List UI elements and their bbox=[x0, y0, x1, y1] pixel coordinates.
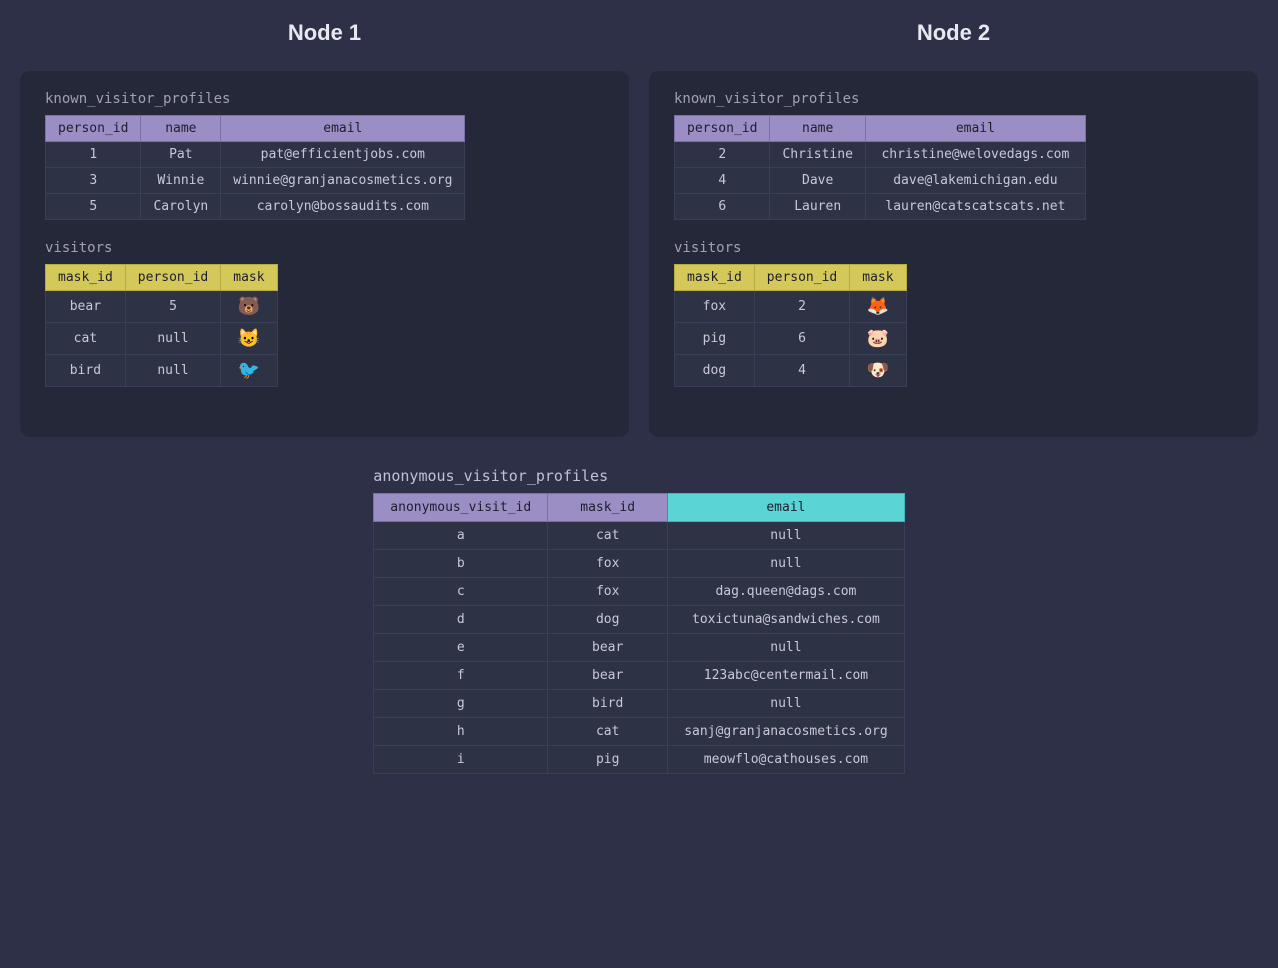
node2-v-col-mask: mask bbox=[850, 265, 906, 291]
table-row: 3Winniewinnie@granjanacosmetics.org bbox=[46, 168, 465, 194]
node1-known-profiles-label: known_visitor_profiles bbox=[45, 91, 604, 107]
node1-known-profiles-section: known_visitor_profiles person_id name em… bbox=[45, 91, 604, 220]
anon-col-mask-id: mask_id bbox=[548, 494, 668, 522]
table-row: fox2🦊 bbox=[675, 291, 907, 323]
table-row: birdnull🐦 bbox=[46, 355, 278, 387]
node1-container: known_visitor_profiles person_id name em… bbox=[20, 71, 629, 437]
table-row: hcatsanj@granjanacosmetics.org bbox=[374, 718, 904, 746]
anon-table: anonymous_visit_id mask_id email acatnul… bbox=[373, 493, 904, 774]
node2-kp-col-name: name bbox=[770, 116, 865, 142]
table-row: bear5🐻 bbox=[46, 291, 278, 323]
table-row: 4Davedave@lakemichigan.edu bbox=[675, 168, 1086, 194]
table-row: 2Christinechristine@welovedags.com bbox=[675, 142, 1086, 168]
node2-title: Node 2 bbox=[649, 20, 1258, 46]
table-row: ddogtoxictuna@sandwiches.com bbox=[374, 606, 904, 634]
node1-visitors-section: visitors mask_id person_id mask bear5🐻ca… bbox=[45, 240, 604, 387]
node1-visitors-label: visitors bbox=[45, 240, 604, 256]
table-row: 1Patpat@efficientjobs.com bbox=[46, 142, 465, 168]
node2-visitors-section: visitors mask_id person_id mask fox2🦊pig… bbox=[674, 240, 1233, 387]
node1-v-col-mask-id: mask_id bbox=[46, 265, 126, 291]
table-row: pig6🐷 bbox=[675, 323, 907, 355]
table-row: catnull😺 bbox=[46, 323, 278, 355]
table-row: dog4🐶 bbox=[675, 355, 907, 387]
node2-visitors-label: visitors bbox=[674, 240, 1233, 256]
table-row: ipigmeowflo@cathouses.com bbox=[374, 746, 904, 774]
node1-visitors-table: mask_id person_id mask bear5🐻catnull😺bir… bbox=[45, 264, 278, 387]
node2-kp-col-email: email bbox=[865, 116, 1085, 142]
node1-kp-col-name: name bbox=[141, 116, 221, 142]
node1-kp-col-person-id: person_id bbox=[46, 116, 141, 142]
table-row: cfoxdag.queen@dags.com bbox=[374, 578, 904, 606]
node2-known-profiles-table: person_id name email 2Christinechristine… bbox=[674, 115, 1086, 220]
table-row: bfoxnull bbox=[374, 550, 904, 578]
anon-col-email: email bbox=[668, 494, 905, 522]
node2-v-col-person-id: person_id bbox=[754, 265, 849, 291]
node2-container: known_visitor_profiles person_id name em… bbox=[649, 71, 1258, 437]
table-row: 6Laurenlauren@catscatscats.net bbox=[675, 194, 1086, 220]
node1-v-col-person-id: person_id bbox=[125, 265, 220, 291]
node2-known-profiles-label: known_visitor_profiles bbox=[674, 91, 1233, 107]
node2-visitors-table: mask_id person_id mask fox2🦊pig6🐷dog4🐶 bbox=[674, 264, 907, 387]
table-row: 5Carolyncarolyn@bossaudits.com bbox=[46, 194, 465, 220]
node1-kp-col-email: email bbox=[221, 116, 465, 142]
node1-v-col-mask: mask bbox=[221, 265, 277, 291]
anon-label: anonymous_visitor_profiles bbox=[373, 467, 904, 485]
table-row: gbirdnull bbox=[374, 690, 904, 718]
node2-known-profiles-section: known_visitor_profiles person_id name em… bbox=[674, 91, 1233, 220]
node2-kp-col-person-id: person_id bbox=[675, 116, 770, 142]
table-row: acatnull bbox=[374, 522, 904, 550]
table-row: fbear123abc@centermail.com bbox=[374, 662, 904, 690]
node1-title: Node 1 bbox=[20, 20, 629, 46]
node1-known-profiles-table: person_id name email 1Patpat@efficientjo… bbox=[45, 115, 465, 220]
anon-container: anonymous_visitor_profiles anonymous_vis… bbox=[373, 467, 904, 774]
node2-v-col-mask-id: mask_id bbox=[675, 265, 755, 291]
anon-col-visit-id: anonymous_visit_id bbox=[374, 494, 548, 522]
table-row: ebearnull bbox=[374, 634, 904, 662]
